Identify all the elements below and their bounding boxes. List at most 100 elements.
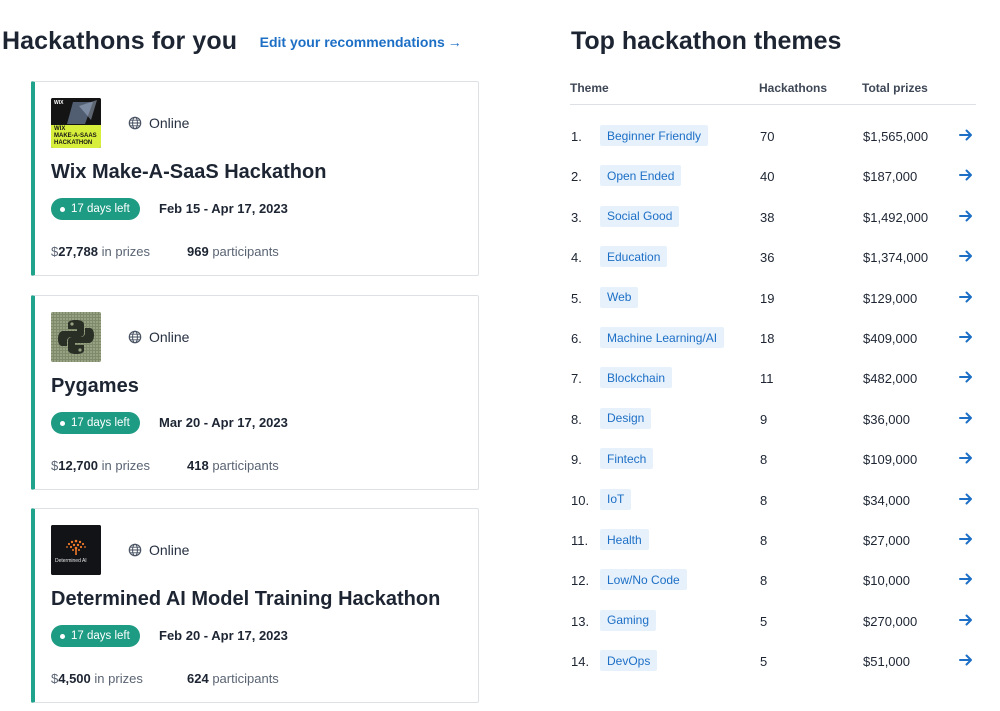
theme-total-prizes: $482,000 <box>863 371 918 387</box>
table-row[interactable]: 8. Design 9 $36,000 <box>570 407 976 432</box>
wix-thumb-text: WIX MAKE-A-SAAS HACKATHON <box>54 126 97 146</box>
arrow-right-icon[interactable] <box>958 369 974 385</box>
table-row[interactable]: 4. Education 36 $1,374,000 <box>570 246 976 270</box>
theme-tag[interactable]: Fintech <box>600 448 654 470</box>
theme-tag[interactable]: Health <box>600 529 649 550</box>
arrow-right-icon[interactable] <box>958 571 974 587</box>
theme-hackathon-count: 8 <box>760 452 768 468</box>
table-row[interactable]: 11. Health 8 $27,000 <box>570 529 976 553</box>
theme-rank: 5. <box>571 290 582 306</box>
column-header-prizes: Total prizes <box>862 81 928 95</box>
arrow-right-icon[interactable] <box>958 208 974 224</box>
globe-icon <box>128 543 142 557</box>
theme-rank: 7. <box>571 371 582 387</box>
theme-hackathon-count: 8 <box>760 492 768 508</box>
theme-tag[interactable]: Machine Learning/AI <box>600 327 725 348</box>
prize-amount: $4,500 in prizes <box>51 671 143 686</box>
column-header-theme: Theme <box>570 81 609 95</box>
theme-total-prizes: $1,492,000 <box>863 209 929 225</box>
time-left-badge: 17 days left <box>51 412 140 434</box>
hackathon-name[interactable]: Wix Make-A-SaaS Hackathon <box>51 161 326 184</box>
theme-rank: 3. <box>571 209 582 225</box>
hackathon-card[interactable]: WIX WIX MAKE-A-SAAS HACKATHON Online Wix… <box>31 81 479 276</box>
time-left-badge: 17 days left <box>51 198 140 220</box>
arrow-right-icon[interactable] <box>958 531 974 547</box>
arrow-right-icon[interactable] <box>958 410 974 426</box>
theme-rank: 8. <box>571 411 582 427</box>
theme-rank: 12. <box>571 573 590 589</box>
theme-hackathon-count: 9 <box>760 411 768 427</box>
themes-table-header: Theme Hackathons Total prizes <box>570 81 976 105</box>
arrow-right-icon[interactable] <box>958 329 974 345</box>
theme-hackathon-count: 19 <box>760 290 775 306</box>
theme-hackathon-count: 36 <box>760 250 775 266</box>
table-row[interactable]: 13. Gaming 5 $270,000 <box>570 609 976 634</box>
theme-total-prizes: $187,000 <box>863 169 918 185</box>
theme-tag[interactable]: Web <box>600 286 639 308</box>
theme-total-prizes: $409,000 <box>863 331 918 346</box>
theme-tag[interactable]: Gaming <box>600 609 657 631</box>
globe-icon <box>128 116 142 130</box>
hackathon-name[interactable]: Determined AI Model Training Hackathon <box>51 588 440 611</box>
location: Online <box>128 115 189 131</box>
globe-icon <box>128 330 142 344</box>
table-row[interactable]: 3. Social Good 38 $1,492,000 <box>570 205 976 230</box>
left-header: Hackathons for you Edit your recommendat… <box>2 27 462 56</box>
theme-total-prizes: $51,000 <box>863 654 910 670</box>
theme-hackathon-count: 5 <box>760 613 768 629</box>
table-row[interactable]: 12. Low/No Code 8 $10,000 <box>570 569 976 593</box>
hackathon-dates: Feb 20 - Apr 17, 2023 <box>159 628 288 643</box>
theme-hackathon-count: 40 <box>760 169 775 185</box>
arrow-right-icon[interactable] <box>958 612 974 628</box>
theme-tag[interactable]: Open Ended <box>600 165 682 187</box>
arrow-right-icon[interactable] <box>958 652 974 668</box>
theme-total-prizes: $27,000 <box>863 533 910 548</box>
participant-count: 624 participants <box>187 671 279 686</box>
table-row[interactable]: 10. IoT 8 $34,000 <box>570 488 976 513</box>
theme-tag[interactable]: Beginner Friendly <box>600 125 709 146</box>
arrow-right-icon[interactable] <box>958 289 974 305</box>
arrow-right-icon[interactable] <box>958 167 974 183</box>
determined-ai-thumb-text: Determined AI <box>55 558 87 564</box>
theme-tag[interactable]: Design <box>600 407 652 429</box>
location: Online <box>128 329 189 345</box>
theme-rank: 6. <box>571 331 582 346</box>
section-title-themes: Top hackathon themes <box>571 27 842 55</box>
theme-tag[interactable]: Education <box>600 246 668 268</box>
table-row[interactable]: 1. Beginner Friendly 70 $1,565,000 <box>570 125 976 149</box>
theme-rank: 14. <box>571 654 590 670</box>
theme-hackathon-count: 8 <box>760 533 768 548</box>
theme-tag[interactable]: Blockchain <box>600 367 673 389</box>
arrow-right-icon[interactable] <box>958 127 974 143</box>
theme-total-prizes: $34,000 <box>863 492 910 508</box>
section-title-hackathons: Hackathons for you <box>2 27 238 55</box>
determined-ai-thumbnail: Determined AI <box>51 525 101 575</box>
hackathon-name[interactable]: Pygames <box>51 375 139 398</box>
theme-total-prizes: $1,374,000 <box>863 250 929 266</box>
theme-tag[interactable]: Low/No Code <box>600 569 687 591</box>
theme-tag[interactable]: IoT <box>600 488 632 510</box>
theme-hackathon-count: 5 <box>760 654 768 670</box>
table-row[interactable]: 14. DevOps 5 $51,000 <box>570 650 976 674</box>
table-row[interactable]: 6. Machine Learning/AI 18 $409,000 <box>570 327 976 351</box>
determined-ai-logo-icon <box>51 525 101 575</box>
theme-hackathon-count: 8 <box>760 573 768 589</box>
wix-brand-text: WIX <box>54 100 64 106</box>
table-row[interactable]: 7. Blockchain 11 $482,000 <box>570 367 976 391</box>
theme-total-prizes: $1,565,000 <box>863 129 929 144</box>
arrow-right-icon[interactable] <box>958 248 974 264</box>
table-row[interactable]: 9. Fintech 8 $109,000 <box>570 448 976 472</box>
edit-recommendations-link[interactable]: Edit your recommendations → <box>260 34 462 50</box>
hackathon-dates: Feb 15 - Apr 17, 2023 <box>159 201 288 216</box>
table-row[interactable]: 2. Open Ended 40 $187,000 <box>570 165 976 189</box>
theme-tag[interactable]: Social Good <box>600 205 680 227</box>
arrow-right-icon[interactable] <box>958 450 974 466</box>
table-row[interactable]: 5. Web 19 $129,000 <box>570 286 976 311</box>
theme-hackathon-count: 11 <box>760 371 774 387</box>
hackathon-card[interactable]: Determined AI Online Determined AI Model… <box>31 508 479 703</box>
theme-total-prizes: $10,000 <box>863 573 910 589</box>
theme-tag[interactable]: DevOps <box>600 650 658 672</box>
hackathon-card[interactable]: Online Pygames 17 days left Mar 20 - Apr… <box>31 295 479 490</box>
python-thumbnail <box>51 312 101 362</box>
arrow-right-icon[interactable] <box>958 491 974 507</box>
